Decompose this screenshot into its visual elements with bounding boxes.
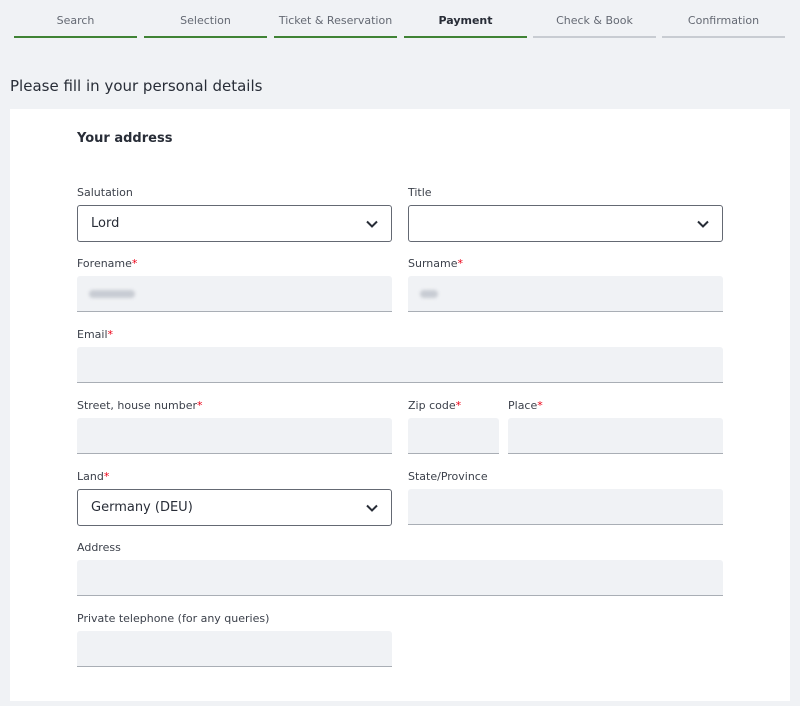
street-input[interactable] [77, 418, 392, 454]
salutation-label: Salutation [77, 186, 133, 199]
surname-redacted-value [420, 290, 438, 298]
progress-steps: Search Selection Ticket & Reservation Pa… [14, 0, 786, 40]
step-confirmation: Confirmation [662, 0, 785, 38]
place-label: Place* [508, 399, 543, 412]
forename-label: Forename* [77, 257, 138, 270]
salutation-select[interactable]: Lord [77, 205, 392, 242]
address-input[interactable] [77, 560, 723, 596]
section-title: Your address [77, 131, 173, 146]
state-label: State/Province [408, 470, 488, 483]
page-heading: Please fill in your personal details [10, 77, 263, 95]
email-input[interactable] [77, 347, 723, 383]
address-label: Address [77, 541, 121, 554]
chevron-down-icon [366, 504, 378, 512]
zip-input[interactable] [408, 418, 499, 454]
zip-label: Zip code* [408, 399, 462, 412]
step-search[interactable]: Search [14, 0, 137, 38]
step-check-book: Check & Book [533, 0, 656, 38]
step-payment: Payment [404, 0, 527, 38]
place-input[interactable] [508, 418, 723, 454]
street-label: Street, house number* [77, 399, 203, 412]
chevron-down-icon [697, 220, 709, 228]
title-label: Title [408, 186, 432, 199]
state-input[interactable] [408, 489, 723, 525]
land-select[interactable]: Germany (DEU) [77, 489, 392, 526]
surname-label: Surname* [408, 257, 463, 270]
step-selection[interactable]: Selection [144, 0, 267, 38]
forename-input[interactable] [77, 276, 392, 312]
chevron-down-icon [366, 220, 378, 228]
forename-redacted-value [89, 290, 135, 298]
phone-label: Private telephone (for any queries) [77, 612, 270, 625]
email-label: Email* [77, 328, 114, 341]
step-ticket-reservation[interactable]: Ticket & Reservation [274, 0, 397, 38]
title-select[interactable] [408, 205, 723, 242]
phone-input[interactable] [77, 631, 392, 667]
salutation-value: Lord [91, 216, 120, 231]
surname-input[interactable] [408, 276, 723, 312]
land-value: Germany (DEU) [91, 500, 193, 515]
land-label: Land* [77, 470, 110, 483]
